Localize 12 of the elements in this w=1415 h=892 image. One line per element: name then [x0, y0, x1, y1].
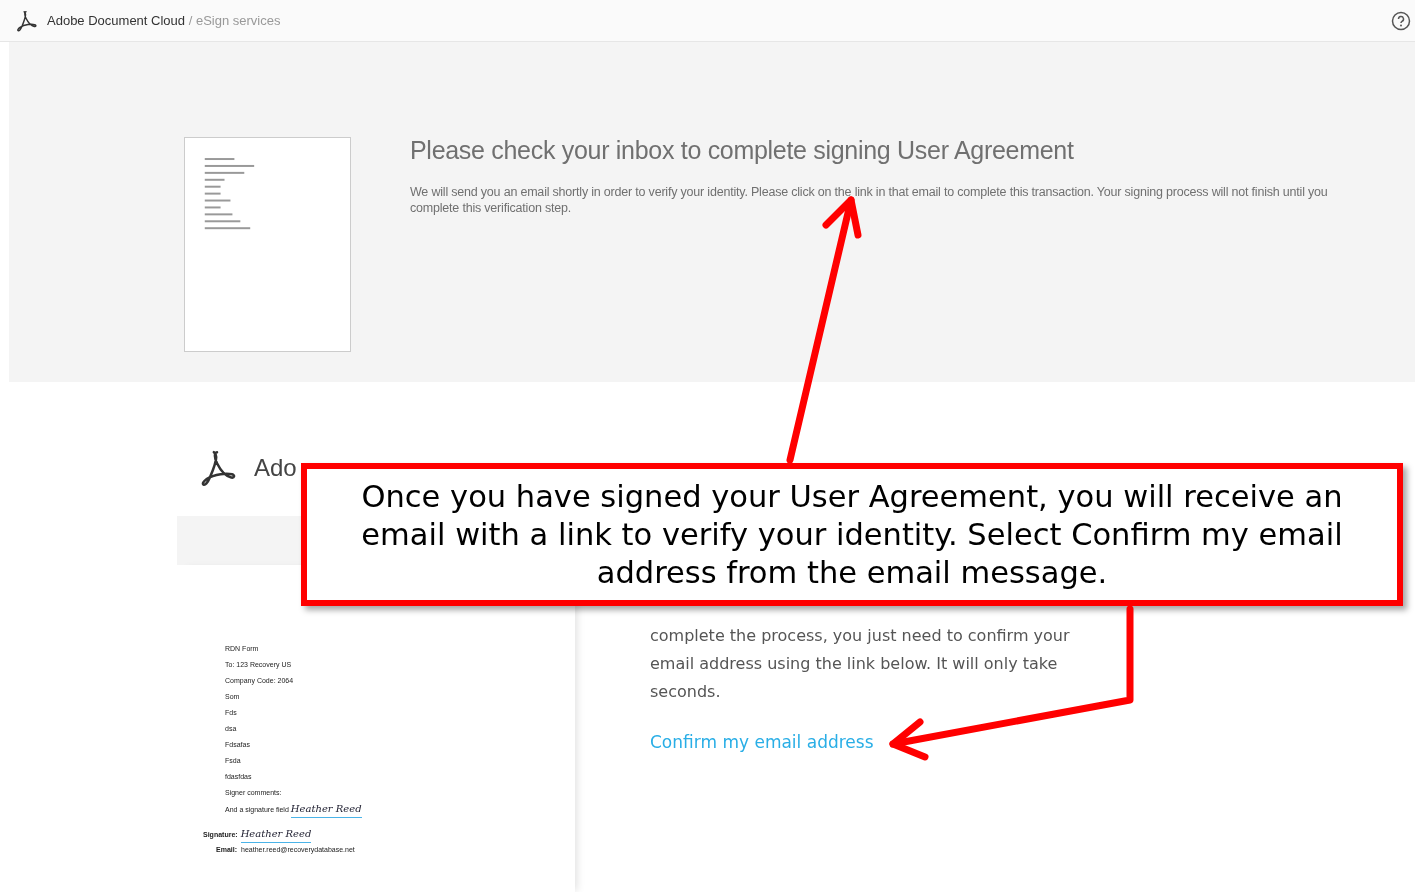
service-name: eSign services — [195, 12, 281, 28]
panel-message: We will send you an email shortly in order to verify your identity. Please click on the link in that email to complete this transaction. Your signing process will not finish until you complete this verification step. — [410, 183, 1329, 216]
app-title[interactable]: Adobe Document Cloud — [47, 12, 186, 28]
signature: Heather Reed — [290, 801, 362, 818]
callout-text: Once you have signed your User Agreement, you will receive an email with a link to verify your identity. Select Confirm my email address from the email message. — [360, 477, 1344, 592]
help-icon[interactable] — [1391, 10, 1411, 31]
signature: Heather Reed — [240, 826, 312, 843]
panel-title: Please check your inbox to complete signing User Agreement — [410, 135, 1075, 166]
email-body: complete the process, you just need to confirm your email address using the link below. It will only take seconds. — [650, 625, 1071, 703]
acrobat-logo-icon — [15, 9, 37, 32]
email-brand-text: Ado — [254, 453, 297, 483]
breadcrumb-separator: / — [188, 12, 193, 28]
